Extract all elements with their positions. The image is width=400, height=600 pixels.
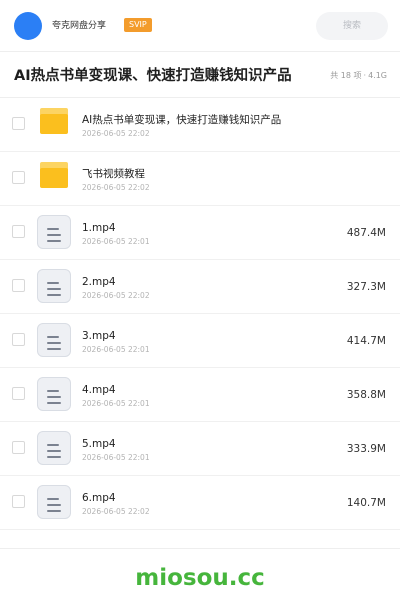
file-name[interactable]: 3.mp4 <box>82 329 116 343</box>
item-count: 共 18 项 <box>330 71 362 80</box>
avatar[interactable] <box>14 12 42 40</box>
folder-row[interactable]: 飞书视频教程 2026-06-05 22:02 <box>0 152 400 206</box>
row-checkbox[interactable] <box>12 495 25 508</box>
document-icon <box>37 269 71 303</box>
file-date: 2026-06-05 22:02 <box>82 507 150 516</box>
row-checkbox[interactable] <box>12 225 25 238</box>
watermark: miosou.cc <box>135 565 265 591</box>
file-size: 140.7M <box>346 497 386 509</box>
file-size: 358.8M <box>346 389 386 401</box>
folder-icon <box>40 108 68 134</box>
file-date: 2026-06-05 22:01 <box>82 453 150 462</box>
file-size: 487.4M <box>346 227 386 239</box>
file-date: 2026-06-05 22:02 <box>82 291 150 300</box>
file-name[interactable]: 4.mp4 <box>82 383 116 397</box>
file-date: 2026-06-05 22:02 <box>82 129 150 138</box>
share-name: 夸克网盘分享 <box>52 21 107 31</box>
file-row[interactable]: 4.mp4 2026-06-05 22:01 358.8M <box>0 368 400 422</box>
file-date: 2026-06-05 22:01 <box>82 345 150 354</box>
file-name[interactable]: 飞书视频教程 <box>82 167 145 181</box>
title-bar: AI热点书单变现课、快速打造赚钱知识产品 共 18 项 · 4.1G <box>0 52 400 98</box>
file-row[interactable]: 3.mp4 2026-06-05 22:01 414.7M <box>0 314 400 368</box>
share-summary: 共 18 项 · 4.1G <box>330 70 387 82</box>
row-checkbox[interactable] <box>12 117 25 130</box>
file-name[interactable]: 6.mp4 <box>82 491 116 505</box>
row-checkbox[interactable] <box>12 279 25 292</box>
document-icon <box>37 215 71 249</box>
file-size: 327.3M <box>346 281 386 293</box>
total-size: 4.1G <box>368 71 387 80</box>
search-input[interactable]: 搜索 <box>316 12 388 40</box>
file-name[interactable]: AI热点书单变现课，快速打造赚钱知识产品 <box>82 113 281 127</box>
header: 夸克网盘分享 SVIP 搜索 <box>0 0 400 52</box>
document-icon <box>37 377 71 411</box>
svip-badge: SVIP <box>124 18 152 32</box>
document-icon <box>37 431 71 465</box>
file-list: AI热点书单变现课，快速打造赚钱知识产品 2026-06-05 22:02 飞书视频… <box>0 98 400 530</box>
row-checkbox[interactable] <box>12 441 25 454</box>
summary-separator: · <box>363 71 367 80</box>
row-checkbox[interactable] <box>12 333 25 346</box>
document-icon <box>37 323 71 357</box>
file-name[interactable]: 5.mp4 <box>82 437 116 451</box>
document-icon <box>37 485 71 519</box>
file-name[interactable]: 2.mp4 <box>82 275 116 289</box>
row-checkbox[interactable] <box>12 387 25 400</box>
file-row[interactable]: 2.mp4 2026-06-05 22:02 327.3M <box>0 260 400 314</box>
file-date: 2026-06-05 22:01 <box>82 237 150 246</box>
file-date: 2026-06-05 22:01 <box>82 399 150 408</box>
bottom-divider <box>0 548 400 549</box>
file-date: 2026-06-05 22:02 <box>82 183 150 192</box>
file-row[interactable]: 6.mp4 2026-06-05 22:02 140.7M <box>0 476 400 530</box>
file-row[interactable]: 1.mp4 2026-06-05 22:01 487.4M <box>0 206 400 260</box>
page-title: AI热点书单变现课、快速打造赚钱知识产品 <box>14 68 292 84</box>
folder-row[interactable]: AI热点书单变现课，快速打造赚钱知识产品 2026-06-05 22:02 <box>0 98 400 152</box>
file-size: 333.9M <box>346 443 386 455</box>
row-checkbox[interactable] <box>12 171 25 184</box>
file-row[interactable]: 5.mp4 2026-06-05 22:01 333.9M <box>0 422 400 476</box>
file-name[interactable]: 1.mp4 <box>82 221 116 235</box>
file-size: 414.7M <box>346 335 386 347</box>
folder-icon <box>40 162 68 188</box>
